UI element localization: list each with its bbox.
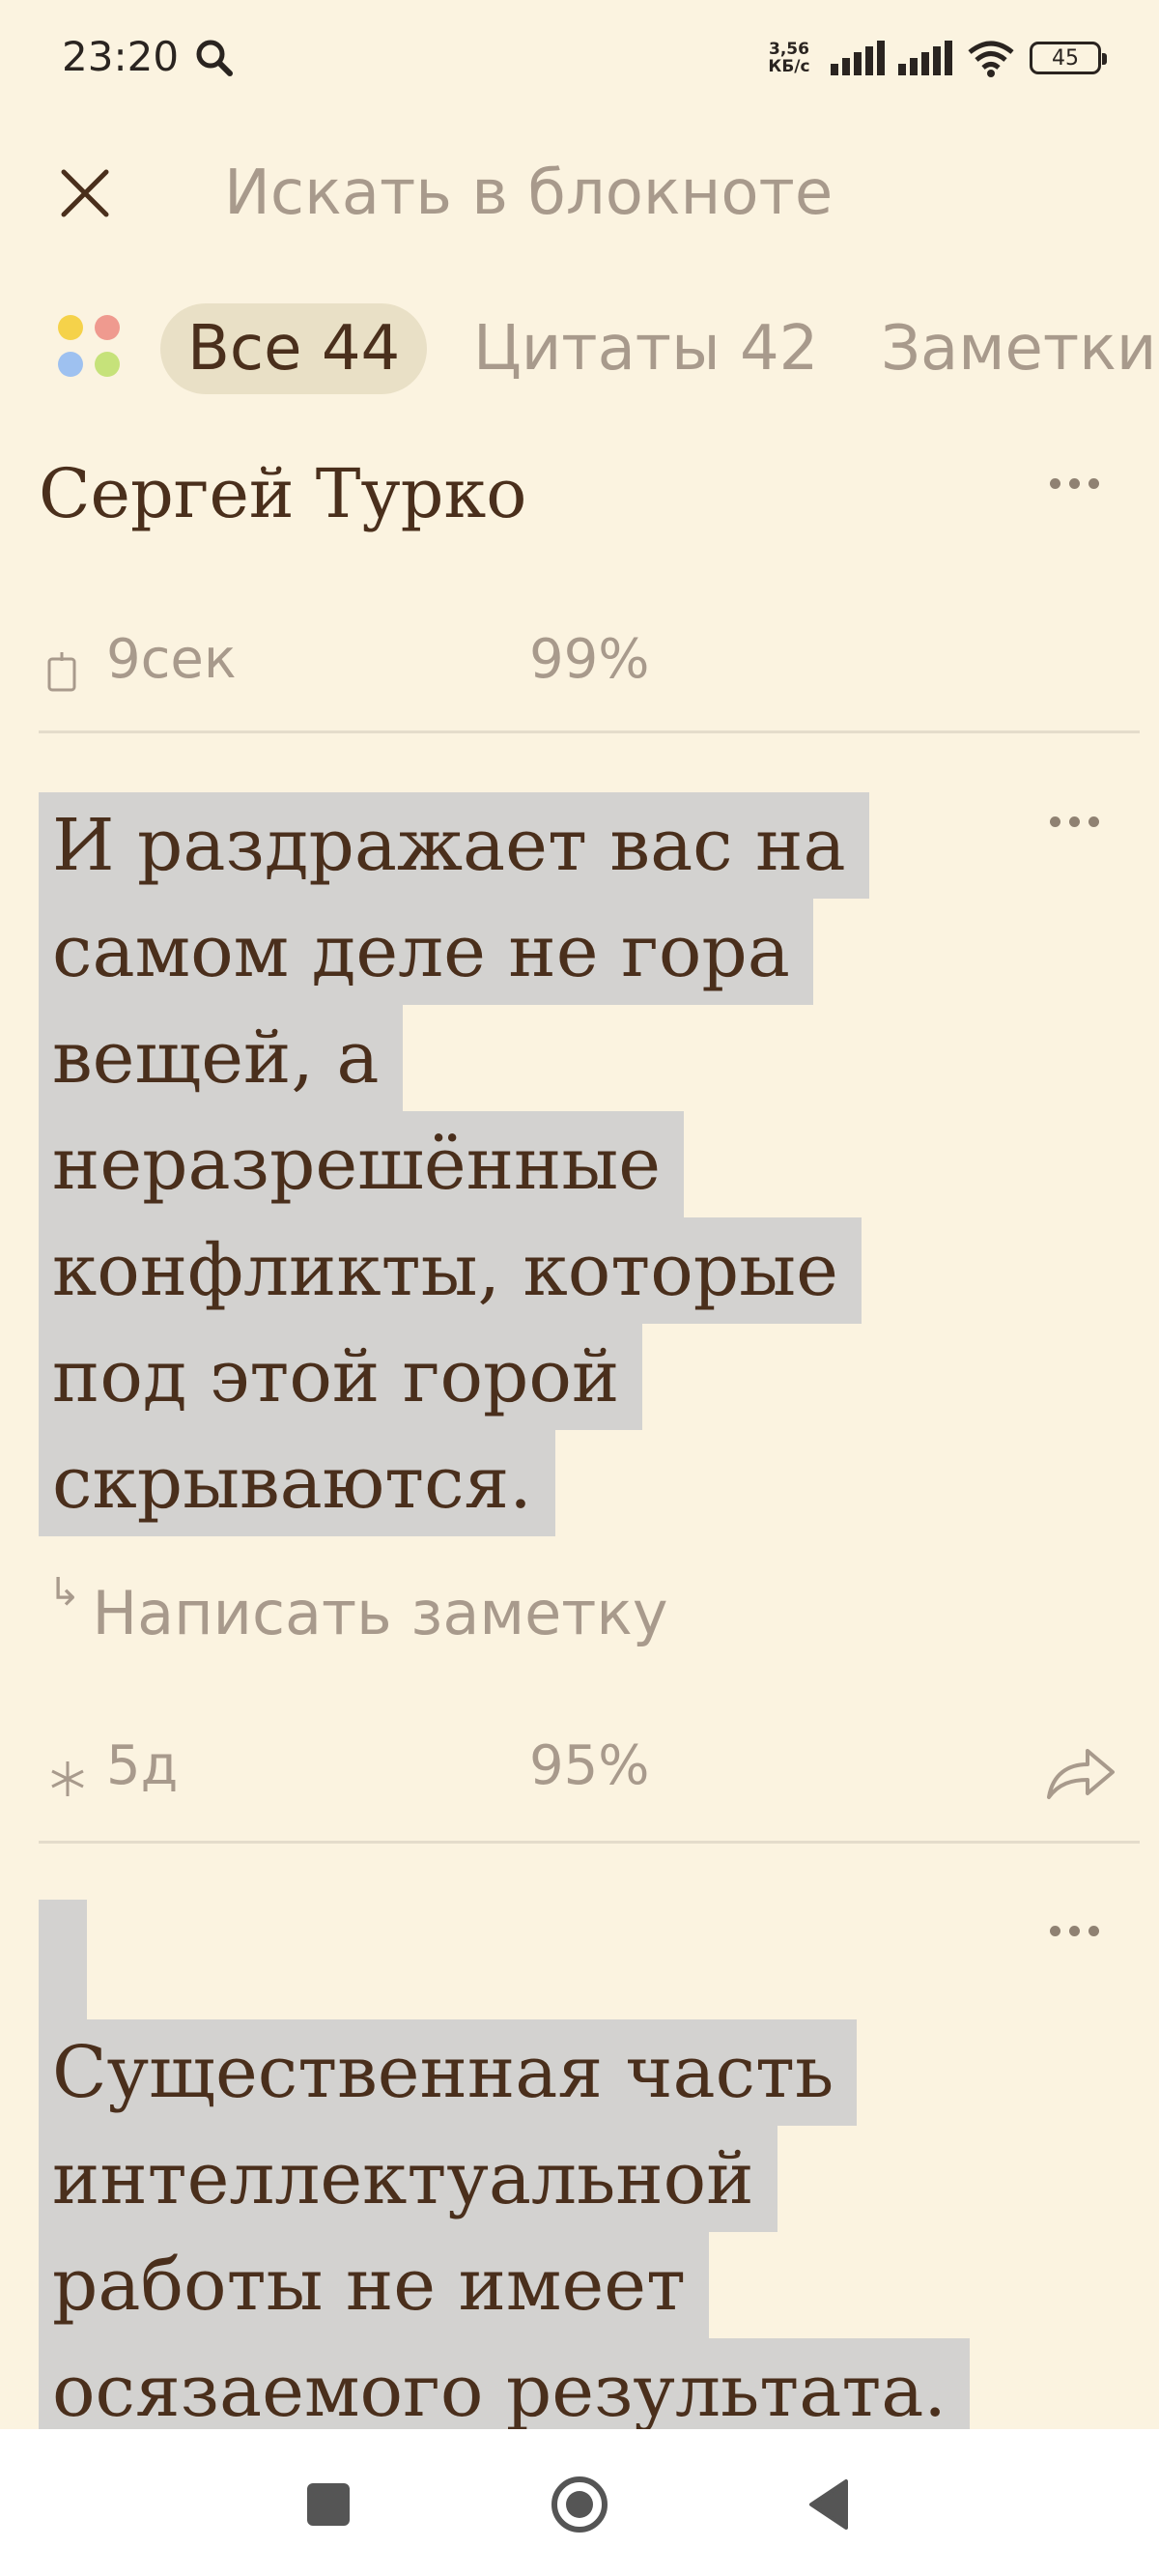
- quote-line: работы не имеет: [39, 2232, 709, 2338]
- more-icon[interactable]: [1035, 464, 1113, 502]
- quote-line: вещей, а: [39, 1005, 403, 1111]
- share-icon[interactable]: [1043, 1739, 1120, 1807]
- quote-card[interactable]: Существенная часть интеллектуальной рабо…: [39, 2019, 1004, 2445]
- status-bar: 23:20 3,56 КБ/с 45: [0, 0, 1159, 116]
- write-note-button[interactable]: ↳ Написать заметку: [48, 1570, 668, 1648]
- write-note-label: Написать заметку: [92, 1578, 668, 1648]
- clock-icon: [47, 652, 76, 692]
- status-time: 23:20: [62, 33, 180, 80]
- filter-chip-notes[interactable]: Заметки: [881, 303, 1156, 394]
- book-title: Сергей Турко: [39, 454, 527, 533]
- filter-chip-quotes[interactable]: Цитаты 42: [473, 303, 818, 394]
- more-icon[interactable]: [1035, 1911, 1113, 1950]
- quote-meta: 5д 95%: [46, 1734, 1109, 1802]
- reply-arrow-icon: ↳: [48, 1570, 81, 1615]
- color-dot-green: [95, 352, 120, 377]
- signal-icon: [831, 41, 885, 75]
- quote-highlight-lead: [39, 1900, 87, 2019]
- net-speed: 3,56 КБ/с: [761, 41, 817, 75]
- recents-icon[interactable]: [299, 2476, 357, 2533]
- quote-card[interactable]: И раздражает вас на самом деле не гора в…: [39, 792, 1004, 1536]
- quote-line: под этой горой: [39, 1324, 643, 1430]
- quote-line: конфликты, которые: [39, 1217, 862, 1324]
- search-input[interactable]: [224, 155, 1093, 232]
- search-header: [0, 135, 1159, 251]
- quote-line: И раздражает вас на: [39, 792, 869, 899]
- status-icons: 3,56 КБ/с 45: [761, 29, 1107, 87]
- back-icon[interactable]: [802, 2476, 860, 2533]
- navigation-bar: [0, 2429, 1159, 2576]
- read-time: 9сек: [106, 628, 237, 691]
- quote-age: 5д: [106, 1734, 179, 1797]
- quote-line: скрываются.: [39, 1430, 555, 1536]
- color-dot-yellow: [58, 315, 83, 340]
- color-dot-red: [95, 315, 120, 340]
- color-filter-icon[interactable]: [58, 315, 129, 386]
- filter-chip-all[interactable]: Все 44: [160, 303, 428, 394]
- divider: [39, 1841, 1140, 1844]
- search-icon: [196, 40, 233, 76]
- battery-icon: 45: [1030, 42, 1107, 74]
- quote-line: самом деле не гора: [39, 899, 813, 1005]
- filter-row: Все 44 Цитаты 42 Заметки: [0, 290, 1159, 406]
- quote-line: интеллектуальной: [39, 2126, 777, 2232]
- quote-progress: 95%: [529, 1734, 650, 1797]
- home-icon[interactable]: [551, 2476, 608, 2533]
- book-progress: 99%: [529, 628, 650, 691]
- net-speed-unit: КБ/с: [768, 57, 810, 76]
- more-icon[interactable]: [1035, 802, 1113, 841]
- net-speed-value: 3,56: [769, 40, 809, 59]
- divider: [39, 730, 1140, 733]
- quote-line: Существенная часть: [39, 2019, 858, 2126]
- wifi-icon: [968, 41, 1014, 77]
- star-icon: [51, 1761, 84, 1796]
- signal-icon: [898, 41, 952, 75]
- quote-line: неразрешённые: [39, 1111, 685, 1217]
- close-icon[interactable]: [54, 162, 116, 224]
- book-meta: 9сек 99%: [46, 628, 1109, 696]
- color-dot-blue: [58, 352, 83, 377]
